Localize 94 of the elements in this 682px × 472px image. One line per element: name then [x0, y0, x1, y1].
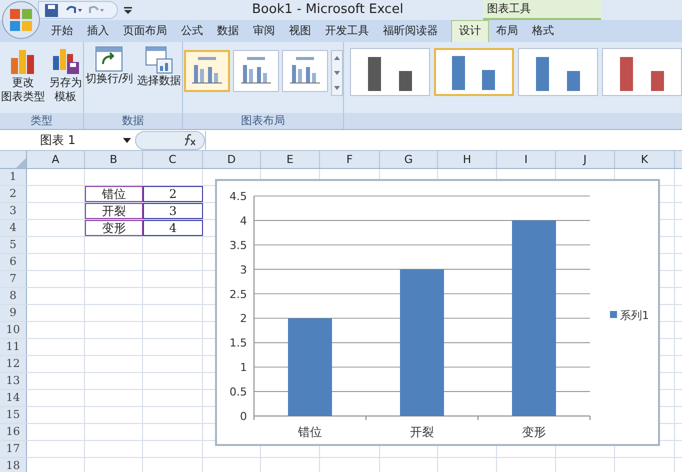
y-tick-label: 4 [240, 214, 247, 228]
row-header[interactable]: 10 [0, 322, 27, 338]
row-header[interactable]: 2 [0, 186, 27, 202]
ribbon-button[interactable]: 选择数据 [137, 46, 182, 88]
chart-layout-option[interactable] [232, 50, 279, 92]
gallery-scrollbar[interactable] [330, 50, 343, 96]
ribbon-tab[interactable]: 视图 [282, 20, 318, 42]
ribbon-tab[interactable]: 布局 [489, 20, 525, 42]
chart-save-icon [50, 46, 81, 76]
row-header[interactable]: 16 [0, 424, 27, 440]
x-category-label: 变形 [522, 425, 546, 439]
y-tick-label: 2 [240, 312, 247, 326]
scroll-down-icon[interactable] [334, 70, 340, 75]
chart-layout-option[interactable] [282, 50, 328, 92]
column-header[interactable]: A [27, 151, 85, 168]
legend-label: 系列1 [620, 309, 649, 322]
x-category-label: 开裂 [410, 425, 434, 439]
row-header[interactable]: 9 [0, 305, 27, 321]
column-header[interactable]: H [438, 151, 497, 168]
row-header[interactable]: 5 [0, 237, 27, 253]
more-icon[interactable] [334, 86, 340, 90]
ribbon-button[interactable]: 另存为 模板 [49, 46, 82, 104]
column-header[interactable]: J [556, 151, 615, 168]
group-label: 数据 [84, 113, 182, 129]
chart-style-option[interactable] [602, 48, 682, 96]
window-title: Book1 - Microsoft Excel [252, 1, 404, 20]
column-header[interactable]: K [615, 151, 675, 168]
table-cell: 开裂 [85, 203, 143, 219]
ribbon-tab[interactable]: 页面布局 [116, 20, 174, 42]
y-tick-label: 3.5 [230, 238, 247, 252]
table-cell: 变形 [85, 220, 143, 236]
ribbon-tab[interactable]: 格式 [525, 20, 561, 42]
chart-layout-option[interactable] [184, 50, 230, 92]
ribbon-tab[interactable]: 数据 [210, 20, 246, 42]
ribbon-button[interactable]: 更改 图表类型 [1, 46, 46, 104]
table-swap-icon [95, 46, 124, 72]
ribbon-tab[interactable]: 设计 [451, 20, 489, 42]
row-header[interactable]: 14 [0, 390, 27, 406]
table-cell: 3 [143, 203, 203, 219]
row-header[interactable]: 17 [0, 441, 27, 457]
column-header[interactable]: D [203, 151, 261, 168]
ribbon-tab[interactable]: 插入 [80, 20, 116, 42]
row-header[interactable]: 15 [0, 407, 27, 423]
chart-style-option[interactable] [434, 48, 514, 96]
dropdown-caret-icon [123, 138, 131, 142]
row-header[interactable]: 6 [0, 254, 27, 270]
row-header[interactable]: 3 [0, 203, 27, 219]
save-icon[interactable] [45, 4, 58, 16]
column-header[interactable]: E [261, 151, 320, 168]
group-label: 图表布局 [183, 113, 343, 129]
x-category-label: 错位 [298, 425, 322, 439]
ribbon-tab[interactable]: 公式 [174, 20, 210, 42]
column-header[interactable]: C [143, 151, 203, 168]
column-header[interactable]: F [320, 151, 380, 168]
row-header[interactable]: 8 [0, 288, 27, 304]
group-label: 类型 [0, 113, 84, 129]
chart-style-option[interactable] [518, 48, 598, 96]
function-icon[interactable] [182, 134, 196, 146]
ribbon-tab[interactable]: 开始 [44, 20, 80, 42]
y-tick-label: 4.5 [230, 190, 247, 203]
chart-style-option[interactable] [350, 48, 430, 96]
name-box[interactable]: 图表 1 [0, 130, 135, 150]
ribbon-tab[interactable]: 开发工具 [318, 20, 376, 42]
y-tick-label: 2.5 [230, 288, 247, 301]
table-cell: 4 [143, 220, 203, 236]
column-header[interactable]: B [85, 151, 143, 168]
ribbon-button[interactable]: 切换行/列 [85, 46, 134, 86]
table-cell: 2 [143, 186, 203, 202]
undo-icon[interactable] [64, 4, 82, 16]
customize-menu-icon[interactable] [124, 6, 132, 14]
row-header[interactable]: 11 [0, 339, 27, 355]
column-header[interactable]: I [497, 151, 556, 168]
row-header[interactable]: 18 [0, 458, 27, 472]
redo-icon[interactable] [88, 4, 106, 16]
scroll-up-icon[interactable] [334, 56, 340, 60]
table-chart-icon [145, 46, 174, 74]
row-header[interactable]: 12 [0, 356, 27, 372]
y-tick-label: 1 [240, 361, 247, 374]
y-tick-label: 0 [240, 410, 247, 423]
table-cell: 错位 [85, 186, 143, 202]
formula-buttons[interactable] [135, 130, 205, 150]
row-header[interactable]: 4 [0, 220, 27, 236]
office-logo-icon [9, 8, 33, 32]
ribbon-tab[interactable]: 福昕阅读器 [376, 20, 445, 42]
column-header[interactable]: G [380, 151, 438, 168]
y-tick-label: 0.5 [230, 386, 247, 399]
legend-swatch [610, 311, 617, 318]
y-tick-label: 1.5 [230, 336, 247, 350]
y-tick-label: 3 [240, 263, 247, 276]
ribbon-tab[interactable]: 审阅 [246, 20, 282, 42]
row-header[interactable]: 13 [0, 373, 27, 389]
context-tab-group-label: 图表工具 [483, 0, 601, 20]
row-header[interactable]: 7 [0, 271, 27, 287]
row-header[interactable]: 1 [0, 169, 27, 185]
